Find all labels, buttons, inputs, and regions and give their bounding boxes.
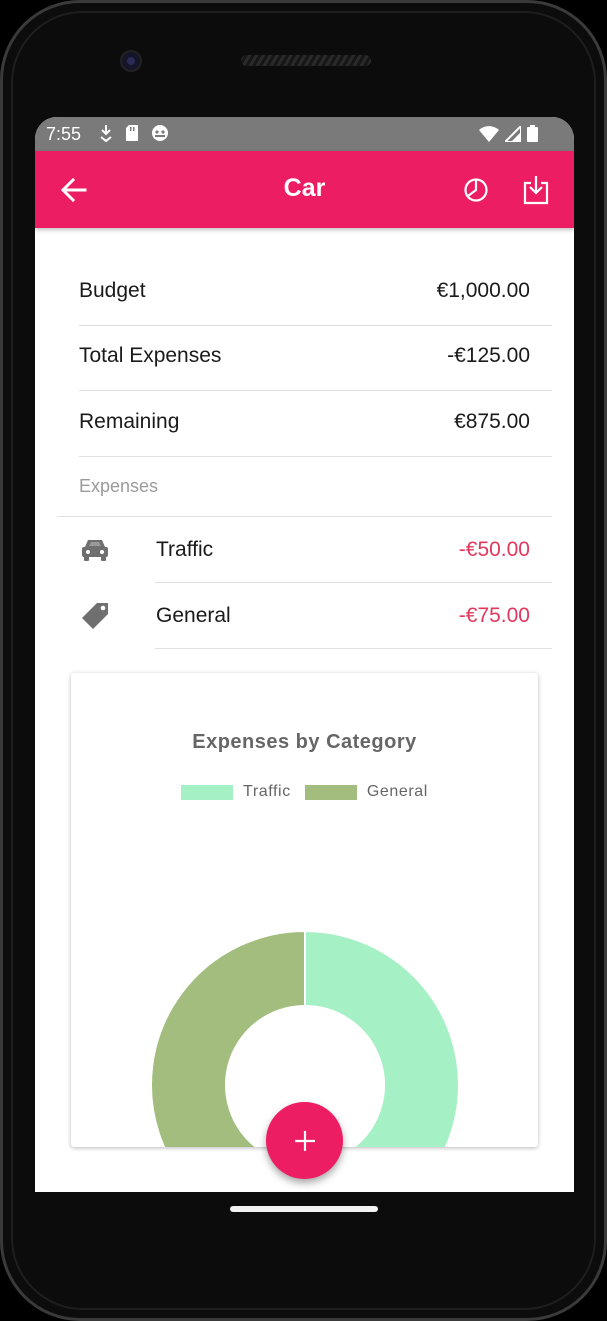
wifi-icon (479, 125, 499, 142)
total-expenses-label: Total Expenses (79, 344, 222, 367)
budget-label: Budget (79, 279, 146, 302)
car-icon (82, 540, 108, 561)
home-indicator[interactable] (230, 1206, 378, 1212)
expense-label: Traffic (156, 538, 214, 561)
remaining-row: Remaining €875.00 (79, 391, 552, 457)
donut-chart (150, 929, 460, 1147)
app-bar: Car (35, 151, 574, 228)
expense-item-traffic[interactable]: Traffic -€50.00 (35, 517, 574, 583)
tag-icon (82, 603, 108, 629)
remaining-label: Remaining (79, 410, 180, 433)
signal-icon (505, 125, 521, 142)
budget-value: €1,000.00 (436, 279, 530, 302)
expense-amount: -€50.00 (458, 538, 530, 561)
sd-card-icon (126, 125, 138, 141)
add-expense-button[interactable] (266, 1102, 343, 1179)
expense-item-general[interactable]: General -€75.00 (35, 583, 574, 649)
budget-row: Budget €1,000.00 (79, 260, 552, 326)
notification-icons (99, 124, 169, 142)
row-divider (155, 648, 552, 649)
pie-chart-icon (464, 178, 488, 202)
front-camera (120, 50, 142, 72)
expenses-section-header: Expenses (79, 476, 159, 496)
expense-label: General (156, 604, 231, 627)
system-status-icons (479, 125, 538, 142)
android-head-icon (152, 125, 168, 141)
download-icon (523, 176, 549, 205)
status-bar: 7:55 (35, 117, 574, 151)
earpiece-speaker (241, 55, 371, 66)
remaining-value: €875.00 (454, 410, 530, 433)
total-expenses-row: Total Expenses -€125.00 (79, 325, 552, 391)
download-notification-icon (100, 125, 112, 142)
export-button[interactable] (521, 173, 551, 207)
status-time: 7:55 (46, 124, 82, 144)
battery-icon (527, 125, 538, 142)
expense-amount: -€75.00 (458, 604, 530, 627)
chart-card: Expenses by Category Traffic General (71, 673, 538, 1147)
app-screen: 7:55 Car Budget €1,000.00 Total Expenses… (35, 117, 574, 1192)
plus-icon (294, 1130, 315, 1151)
total-expenses-value: -€125.00 (447, 344, 530, 367)
phone-frame: 7:55 Car Budget €1,000.00 Total Expenses… (0, 0, 607, 1321)
chart-button[interactable] (461, 175, 491, 205)
page-title: Car (283, 174, 326, 202)
